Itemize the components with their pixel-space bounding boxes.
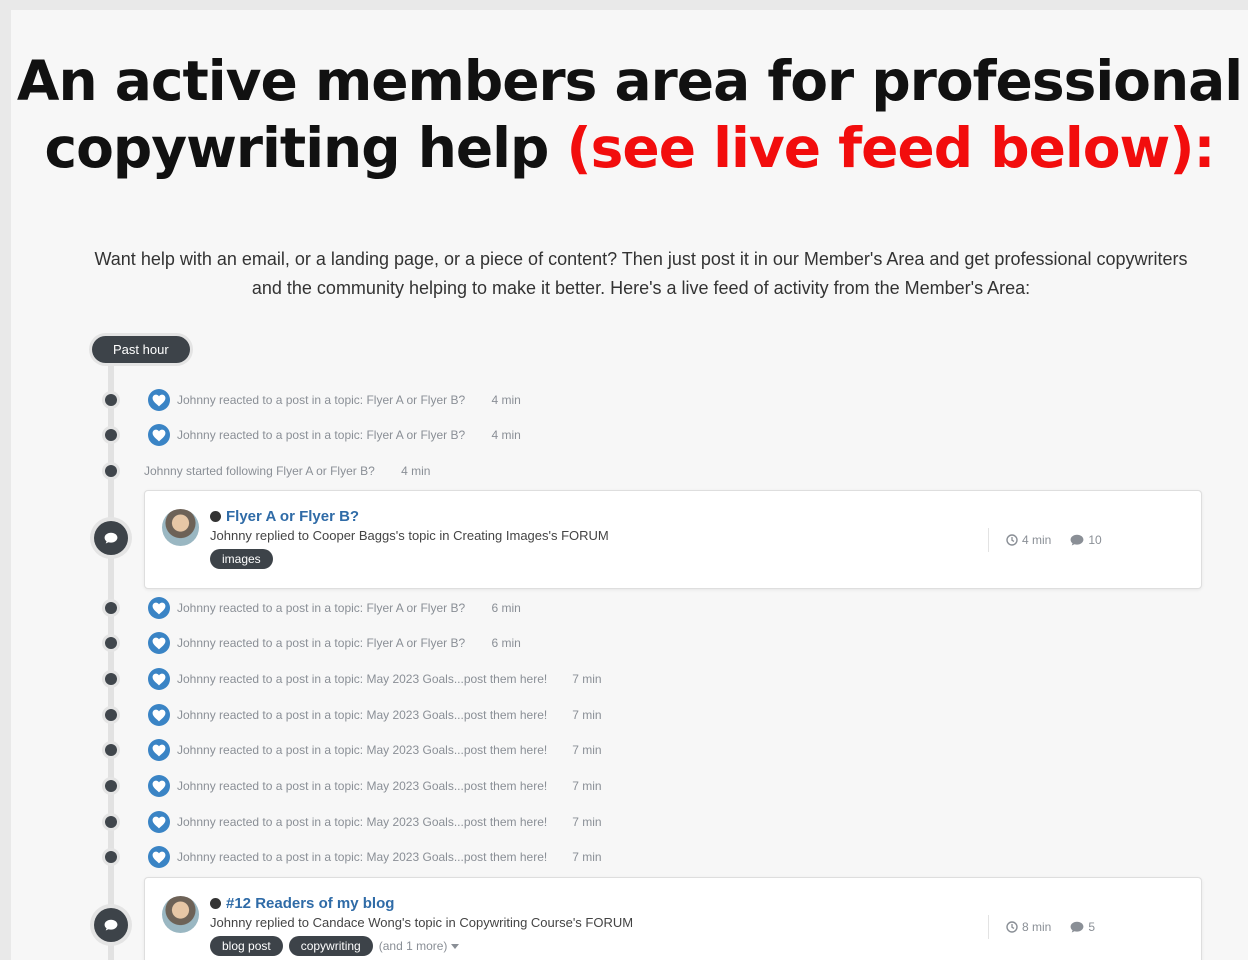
activity-text[interactable]: Johnny reacted to a post in a topic: Fly…	[177, 392, 465, 408]
tag-list: images	[210, 549, 279, 569]
comment-bubble-icon	[94, 521, 128, 555]
activity-text[interactable]: Johnny reacted to a post in a topic: Fly…	[177, 600, 465, 616]
timeline-dot	[105, 851, 117, 863]
activity-time: 4 min	[491, 393, 521, 407]
heart-reaction-icon	[148, 846, 170, 868]
timeline-dot	[105, 465, 117, 477]
activity-reaction-item[interactable]: Johnny reacted to a post in a topic: May…	[11, 703, 911, 727]
more-tags-toggle[interactable]: (and 1 more)	[379, 939, 459, 953]
forum-reply-card: #12 Readers of my blog Johnny replied to …	[144, 877, 1202, 960]
tag-list: blog post copywriting (and 1 more)	[210, 936, 459, 956]
comment-count-value: 10	[1088, 533, 1102, 547]
activity-time: 7 min	[572, 672, 602, 686]
activity-time: 7 min	[572, 743, 602, 757]
topic-title-link[interactable]: #12 Readers of my blog	[210, 895, 394, 913]
heart-reaction-icon	[148, 597, 170, 619]
unread-dot-icon	[210, 511, 221, 522]
activity-text[interactable]: Johnny reacted to a post in a topic: Fly…	[177, 635, 465, 651]
tag-chip[interactable]: images	[210, 549, 273, 569]
activity-reaction-item[interactable]: Johnny reacted to a post in a topic: May…	[11, 738, 911, 762]
timeline-dot	[105, 673, 117, 685]
activity-time: 7 min	[572, 850, 602, 864]
activity-text[interactable]: Johnny reacted to a post in a topic: Fly…	[177, 427, 465, 443]
activity-time: 7 min	[572, 779, 602, 793]
timeline-dot	[105, 709, 117, 721]
reply-time-value: 8 min	[1022, 920, 1052, 934]
activity-time: 7 min	[572, 815, 602, 829]
activity-text[interactable]: Johnny reacted to a post in a topic: May…	[177, 671, 547, 687]
timeline-dot	[105, 602, 117, 614]
page-headline: An active members area for professional …	[11, 10, 1248, 182]
heart-reaction-icon	[148, 704, 170, 726]
activity-reaction-item[interactable]: Johnny reacted to a post in a topic: Fly…	[11, 388, 911, 412]
reply-time-value: 4 min	[1022, 533, 1052, 547]
timeline-dot	[105, 637, 117, 649]
headline-line-2: copywriting help (see live feed below):	[11, 115, 1248, 182]
topic-title-text[interactable]: #12 Readers of my blog	[226, 895, 394, 912]
activity-time: 6 min	[491, 601, 521, 615]
heart-reaction-icon	[148, 668, 170, 690]
more-tags-text[interactable]: (and 1 more)	[379, 939, 448, 953]
topic-title-text[interactable]: Flyer A or Flyer B?	[226, 508, 359, 525]
topic-title-link[interactable]: Flyer A or Flyer B?	[210, 508, 359, 526]
activity-reaction-item[interactable]: Johnny reacted to a post in a topic: Fly…	[11, 596, 911, 620]
heart-reaction-icon	[148, 389, 170, 411]
activity-time: 7 min	[572, 708, 602, 722]
avatar[interactable]	[162, 509, 199, 546]
heart-reaction-icon	[148, 424, 170, 446]
heart-reaction-icon	[148, 775, 170, 797]
topic-stats: 8 min 5	[988, 915, 1095, 939]
comment-icon	[1070, 534, 1088, 546]
timeline-dot	[105, 394, 117, 406]
heart-reaction-icon	[148, 811, 170, 833]
timeline-dot	[105, 780, 117, 792]
comment-count: 5	[1070, 915, 1095, 939]
comment-icon	[1070, 921, 1088, 933]
caret-down-icon	[447, 939, 459, 953]
comment-count: 10	[1070, 528, 1102, 552]
section-label-past-hour: Past hour	[92, 336, 190, 363]
activity-text[interactable]: Johnny reacted to a post in a topic: May…	[177, 707, 547, 723]
headline-line-2-start: copywriting help	[44, 116, 567, 180]
clock-icon	[1006, 921, 1022, 933]
activity-reaction-item[interactable]: Johnny reacted to a post in a topic: May…	[11, 667, 911, 691]
reply-description: Johnny replied to Candace Wong's topic i…	[210, 915, 634, 930]
topic-stats: 4 min 10	[988, 528, 1102, 552]
avatar[interactable]	[162, 896, 199, 933]
activity-reaction-item[interactable]: Johnny reacted to a post in a topic: Fly…	[11, 631, 911, 655]
activity-text[interactable]: Johnny reacted to a post in a topic: May…	[177, 814, 547, 830]
tag-chip[interactable]: copywriting	[288, 936, 373, 956]
forum-reply-card: Flyer A or Flyer B? Johnny replied to Coo…	[144, 490, 1202, 589]
unread-dot-icon	[210, 898, 221, 909]
timeline-dot	[105, 816, 117, 828]
activity-text[interactable]: Johnny reacted to a post in a topic: May…	[177, 742, 547, 758]
activity-time: 4 min	[491, 428, 521, 442]
heart-reaction-icon	[148, 739, 170, 761]
timeline-dot	[105, 429, 117, 441]
activity-text[interactable]: Johnny reacted to a post in a topic: May…	[177, 778, 547, 794]
activity-reaction-item[interactable]: Johnny reacted to a post in a topic: Fly…	[11, 423, 911, 447]
reply-description: Johnny replied to Cooper Baggs's topic i…	[210, 528, 609, 543]
reply-time: 8 min	[1006, 915, 1051, 939]
tag-chip[interactable]: blog post	[210, 936, 283, 956]
page: An active members area for professional …	[11, 10, 1248, 960]
comment-count-value: 5	[1088, 920, 1096, 934]
reply-time: 4 min	[1006, 528, 1051, 552]
headline-line-1: An active members area for professional	[16, 49, 1243, 113]
timeline-dot	[105, 744, 117, 756]
activity-text[interactable]: Johnny reacted to a post in a topic: May…	[177, 849, 547, 865]
comment-bubble-icon	[94, 908, 128, 942]
clock-icon	[1006, 534, 1022, 546]
activity-time: 6 min	[491, 636, 521, 650]
headline-highlight: (see live feed below):	[566, 116, 1216, 180]
activity-text[interactable]: Johnny started following Flyer A or Flye…	[144, 463, 375, 479]
activity-reaction-item[interactable]: Johnny reacted to a post in a topic: May…	[11, 810, 911, 834]
activity-time: 4 min	[401, 464, 431, 478]
activity-reaction-item[interactable]: Johnny reacted to a post in a topic: May…	[11, 774, 911, 798]
activity-feed: Past hour Johnny reacted to a post in a …	[11, 335, 1248, 960]
heart-reaction-icon	[148, 632, 170, 654]
activity-reaction-item[interactable]: Johnny reacted to a post in a topic: May…	[11, 845, 911, 869]
activity-follow-item[interactable]: Johnny started following Flyer A or Flye…	[11, 459, 911, 483]
intro-paragraph: Want help with an email, or a landing pa…	[94, 249, 1188, 298]
